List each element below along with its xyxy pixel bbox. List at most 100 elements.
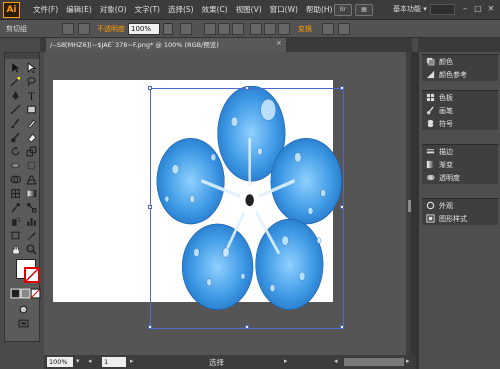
panel-color-guide-label: 颜色参考 [439,70,467,79]
blend-tool-icon[interactable] [24,201,38,213]
lasso-tool-icon[interactable] [24,75,38,87]
handle-top-right[interactable] [340,86,344,90]
column-graph-tool-icon[interactable] [24,215,38,227]
pen-tool-icon[interactable] [8,89,22,101]
panel-graphic-styles[interactable]: 图形样式 [422,212,498,225]
panel-symbols[interactable]: 符号 [422,117,498,130]
workspace-switcher[interactable]: 基本功能 ▾ [393,4,427,14]
first-page-icon[interactable]: ◂ [88,357,92,365]
bridge-icon[interactable]: Br [334,4,352,16]
menu-edit[interactable]: 编辑(E) [62,0,96,20]
screen-mode-icon[interactable] [16,317,30,329]
opacity-field[interactable]: 100% [128,23,160,35]
dock-collapse-strip[interactable] [411,52,418,369]
panel-stroke[interactable]: 描边 [422,145,498,158]
handle-top-center[interactable] [245,86,249,90]
align-left-icon[interactable] [204,23,216,35]
edit-contents-icon[interactable] [78,23,90,35]
scroll-left-icon[interactable]: ◂ [334,357,338,365]
magic-wand-tool-icon[interactable] [8,75,22,87]
panel-appearance-label: 外观 [439,201,453,210]
menu-file[interactable]: 文件(F) [29,0,62,20]
direct-selection-tool-icon[interactable] [24,61,38,73]
status-menu-icon[interactable]: ▸ [284,357,288,365]
slice-tool-icon[interactable] [24,229,38,241]
menu-window[interactable]: 窗口(W) [266,0,302,20]
zoom-field[interactable]: 100% [47,357,73,367]
align-bottom-icon[interactable] [278,23,290,35]
zoom-dropdown-icon[interactable]: ▾ [76,357,80,365]
menu-effect[interactable]: 效果(C) [198,0,232,20]
page-field[interactable]: 1 [102,357,126,367]
handle-middle-right[interactable] [340,205,344,209]
rectangle-tool-icon[interactable] [24,103,38,115]
panel-gradient[interactable]: 渐变 [422,158,498,171]
opacity-dropdown[interactable] [163,23,173,35]
eyedropper-tool-icon[interactable] [8,201,22,213]
free-transform-tool-icon[interactable] [24,159,38,171]
menu-help[interactable]: 帮助(H) [302,0,337,20]
search-input[interactable] [430,4,455,15]
handle-top-left[interactable] [148,86,152,90]
none-mode-icon[interactable] [28,287,42,299]
drawing-mode-icon[interactable] [16,303,30,315]
mesh-tool-icon[interactable] [8,187,22,199]
rotate-tool-icon[interactable] [8,145,22,157]
panel-menu-icon[interactable] [338,23,350,35]
scale-tool-icon[interactable] [24,145,38,157]
menu-object[interactable]: 对象(O) [96,0,131,20]
workspace-arrow-icon: ▾ [423,5,427,13]
selection-bounding-box[interactable] [148,86,344,329]
reference-point-icon[interactable] [322,23,334,35]
close-window-icon[interactable]: ✕ [485,3,497,15]
menu-type[interactable]: 文字(T) [131,0,164,20]
shape-builder-tool-icon[interactable] [8,173,22,185]
document-tab[interactable]: /--S8[MHZ6](~$JAE`378~F.png* @ 100% (RGB… [46,38,286,52]
align-top-icon[interactable] [250,23,262,35]
panel-swatches[interactable]: 色板 [422,91,498,104]
panel-transparency[interactable]: 透明度 [422,171,498,184]
panel-color[interactable]: 颜色 [422,55,498,68]
scroll-right-icon[interactable]: ▸ [406,357,410,365]
handle-middle-left[interactable] [148,205,152,209]
eraser-tool-icon[interactable] [24,131,38,143]
pencil-tool-icon[interactable] [24,117,38,129]
align-center-icon[interactable] [218,23,230,35]
tools-panel-grip[interactable] [5,53,39,59]
horizontal-scroll-thumb[interactable] [344,358,404,366]
canvas-area[interactable] [44,52,406,355]
blob-brush-tool-icon[interactable] [8,131,22,143]
artboard-tool-icon[interactable] [8,229,22,241]
paintbrush-tool-icon[interactable] [8,117,22,129]
minimize-icon[interactable]: – [459,3,471,15]
next-page-icon[interactable]: ▸ [130,357,134,365]
menu-select[interactable]: 选择(S) [164,0,198,20]
handle-bottom-right[interactable] [340,325,344,329]
gradient-tool-icon[interactable] [24,187,38,199]
perspective-grid-tool-icon[interactable] [24,173,38,185]
arrange-documents-icon[interactable]: ▦ [355,4,373,16]
hand-tool-icon[interactable] [8,243,22,255]
transform-link[interactable]: 变换 [298,24,312,34]
isolate-group-icon[interactable] [62,23,74,35]
opacity-label[interactable]: 不透明度 [97,24,125,34]
handle-bottom-center[interactable] [245,325,249,329]
line-tool-icon[interactable] [8,103,22,115]
align-right-icon[interactable] [232,23,244,35]
width-tool-icon[interactable] [8,159,22,171]
selection-tool-icon[interactable] [8,61,22,73]
panel-brushes-label: 画笔 [439,106,453,115]
panel-brushes[interactable]: 画笔 [422,104,498,117]
menu-view[interactable]: 视图(V) [232,0,266,20]
recolor-icon[interactable] [180,23,192,35]
type-tool-icon[interactable]: T [24,89,38,101]
close-tab-icon[interactable]: × [276,39,282,47]
stroke-color-swatch[interactable] [24,267,40,283]
zoom-tool-icon[interactable] [24,243,38,255]
panel-appearance[interactable]: 外观 [422,199,498,212]
align-middle-icon[interactable] [264,23,276,35]
handle-bottom-left[interactable] [148,325,152,329]
maximize-icon[interactable]: □ [472,3,484,15]
symbol-sprayer-tool-icon[interactable] [8,215,22,227]
panel-color-guide[interactable]: 颜色参考 [422,68,498,81]
